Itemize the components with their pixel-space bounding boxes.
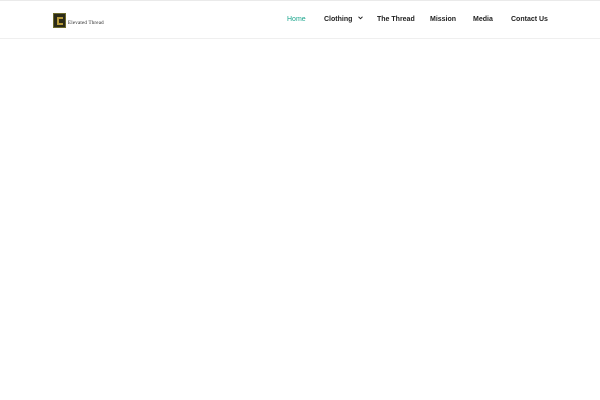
logo-emblem-icon [53, 13, 66, 28]
site-logo[interactable]: Elevated Thread [53, 12, 104, 29]
nav-item-clothing[interactable]: Clothing [324, 15, 364, 24]
logo-text: Elevated Thread [68, 20, 104, 26]
nav-item-the-thread[interactable]: The Thread [377, 15, 415, 24]
chevron-down-icon [358, 16, 364, 20]
nav-item-clothing-label: Clothing [324, 16, 353, 23]
nav-item-mission[interactable]: Mission [430, 15, 456, 24]
nav-item-contact-us[interactable]: Contact Us [511, 15, 548, 24]
main-content-area [0, 39, 600, 400]
site-header: Elevated Thread Home Clothing The Thread… [0, 0, 600, 39]
nav-item-home[interactable]: Home [287, 15, 306, 24]
nav-item-media[interactable]: Media [473, 15, 493, 24]
